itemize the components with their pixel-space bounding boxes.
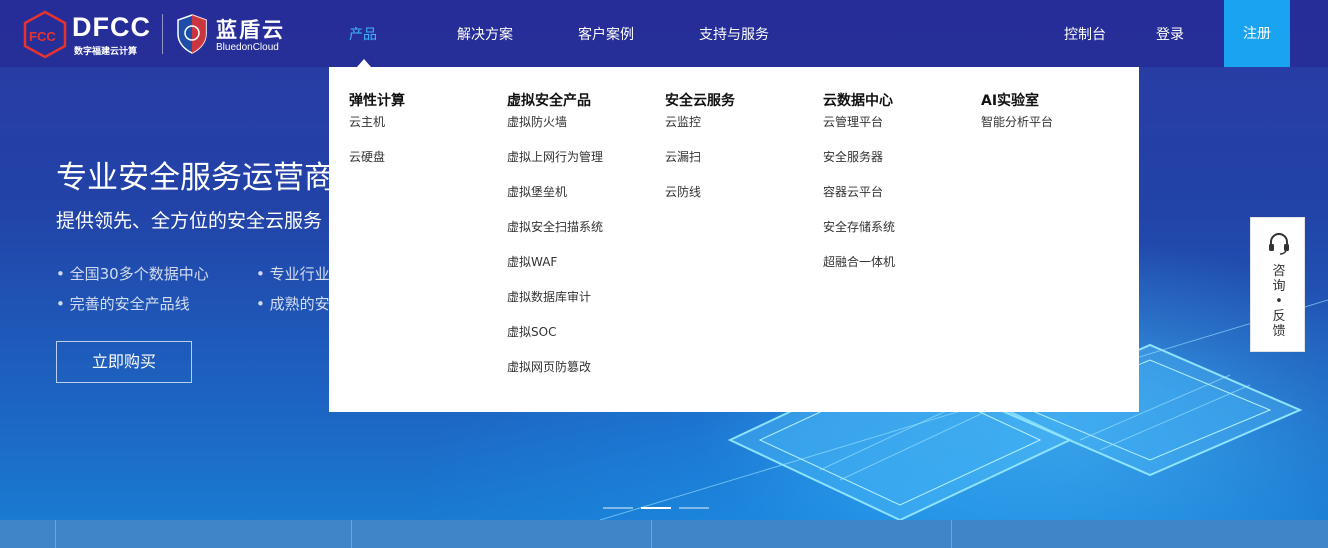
label-separator: • bbox=[1275, 294, 1283, 309]
headset-icon bbox=[1269, 233, 1289, 255]
feature-cell[interactable] bbox=[55, 520, 351, 548]
consult-feedback-panel[interactable]: 咨 询 • 反 馈 bbox=[1250, 217, 1305, 352]
login-link[interactable]: 登录 bbox=[1156, 24, 1184, 44]
menu-item[interactable]: 虚拟上网行为管理 bbox=[507, 150, 603, 185]
bluedon-logo-en: BluedonCloud bbox=[216, 42, 279, 53]
feedback-char: 反 bbox=[1272, 309, 1286, 324]
hero-bullet: • 完善的安全产品线 bbox=[56, 295, 190, 313]
menu-item[interactable]: 虚拟数据库审计 bbox=[507, 290, 603, 325]
menu-column-title: 弹性计算 bbox=[349, 93, 405, 109]
svg-text:FCC: FCC bbox=[29, 29, 56, 44]
feature-cell[interactable] bbox=[951, 520, 1279, 548]
feedback-char: 馈 bbox=[1272, 324, 1286, 339]
dfcc-hexagon-icon: FCC bbox=[23, 10, 67, 58]
dropdown-caret-icon bbox=[357, 59, 371, 67]
feature-cell[interactable] bbox=[651, 520, 951, 548]
menu-item[interactable]: 云管理平台 bbox=[823, 115, 895, 150]
menu-item[interactable]: 虚拟WAF bbox=[507, 255, 603, 290]
menu-item[interactable]: 云主机 bbox=[349, 115, 405, 150]
products-dropdown-menu: 弹性计算 云主机 云硬盘 虚拟安全产品 虚拟防火墙 虚拟上网行为管理 虚拟堡垒机… bbox=[329, 67, 1139, 412]
menu-item[interactable]: 超融合一体机 bbox=[823, 255, 895, 290]
dfcc-logo[interactable]: FCC DFCC 数字福建云计算 bbox=[22, 10, 150, 58]
menu-item[interactable]: 安全存储系统 bbox=[823, 220, 895, 255]
consult-char: 咨 bbox=[1272, 264, 1286, 279]
menu-column-security-cloud: 安全云服务 云监控 云漏扫 云防线 bbox=[665, 91, 735, 220]
hero-bullet: • 成熟的安 bbox=[256, 295, 330, 313]
menu-column-cloud-datacenter: 云数据中心 云管理平台 安全服务器 容器云平台 安全存储系统 超融合一体机 bbox=[823, 91, 895, 290]
menu-item[interactable]: 智能分析平台 bbox=[981, 115, 1053, 150]
dfcc-logo-subtext: 数字福建云计算 bbox=[74, 47, 138, 57]
menu-item[interactable]: 云监控 bbox=[665, 115, 735, 150]
logo-divider bbox=[162, 14, 163, 54]
nav-customer-cases[interactable]: 客户案例 bbox=[578, 24, 634, 44]
hero-subtitle: 提供领先、全方位的安全云服务 bbox=[56, 210, 323, 232]
hero-title: 专业安全服务运营商 bbox=[56, 160, 335, 196]
menu-item[interactable]: 虚拟防火墙 bbox=[507, 115, 603, 150]
menu-item[interactable]: 云防线 bbox=[665, 185, 735, 220]
register-button[interactable]: 注册 bbox=[1224, 0, 1290, 67]
hero-bullet: • 专业行业 bbox=[256, 265, 330, 283]
carousel-dot[interactable] bbox=[679, 507, 709, 509]
menu-item[interactable]: 虚拟网页防篡改 bbox=[507, 360, 603, 395]
feature-cell[interactable] bbox=[351, 520, 651, 548]
menu-column-elastic-compute: 弹性计算 云主机 云硬盘 bbox=[349, 91, 405, 185]
bluedon-logo-cn: 蓝盾云 bbox=[216, 18, 285, 42]
menu-column-title: 虚拟安全产品 bbox=[507, 93, 591, 109]
carousel-dot-active[interactable] bbox=[641, 507, 671, 509]
nav-products[interactable]: 产品 bbox=[349, 24, 377, 44]
menu-item[interactable]: 虚拟堡垒机 bbox=[507, 185, 603, 220]
menu-item[interactable]: 云硬盘 bbox=[349, 150, 405, 185]
hero-bullet: • 全国30多个数据中心 bbox=[56, 265, 209, 283]
menu-item[interactable]: 虚拟SOC bbox=[507, 325, 603, 360]
dfcc-logo-text: DFCC bbox=[72, 12, 151, 42]
menu-item[interactable]: 虚拟安全扫描系统 bbox=[507, 220, 603, 255]
nav-support[interactable]: 支持与服务 bbox=[699, 24, 769, 44]
console-link[interactable]: 控制台 bbox=[1064, 24, 1106, 44]
nav-solutions[interactable]: 解决方案 bbox=[457, 24, 513, 44]
bottom-feature-strip bbox=[0, 520, 1328, 548]
top-navbar: FCC DFCC 数字福建云计算 蓝盾云 BluedonCloud 产品 解决方… bbox=[0, 0, 1328, 67]
menu-item[interactable]: 云漏扫 bbox=[665, 150, 735, 185]
menu-column-virtual-security: 虚拟安全产品 虚拟防火墙 虚拟上网行为管理 虚拟堡垒机 虚拟安全扫描系统 虚拟W… bbox=[507, 91, 603, 395]
consult-char: 询 bbox=[1272, 279, 1286, 294]
shield-icon bbox=[177, 14, 207, 54]
menu-column-ai-lab: AI实验室 智能分析平台 bbox=[981, 91, 1053, 150]
bluedon-logo[interactable]: 蓝盾云 BluedonCloud bbox=[176, 12, 296, 58]
carousel-dot[interactable] bbox=[603, 507, 633, 509]
menu-item[interactable]: 安全服务器 bbox=[823, 150, 895, 185]
menu-column-title: 安全云服务 bbox=[665, 93, 735, 109]
consult-feedback-label: 咨 询 • 反 馈 bbox=[1269, 264, 1289, 339]
buy-now-button[interactable]: 立即购买 bbox=[56, 341, 192, 383]
menu-column-title: 云数据中心 bbox=[823, 93, 893, 109]
menu-column-title: AI实验室 bbox=[981, 93, 1040, 109]
menu-item[interactable]: 容器云平台 bbox=[823, 185, 895, 220]
